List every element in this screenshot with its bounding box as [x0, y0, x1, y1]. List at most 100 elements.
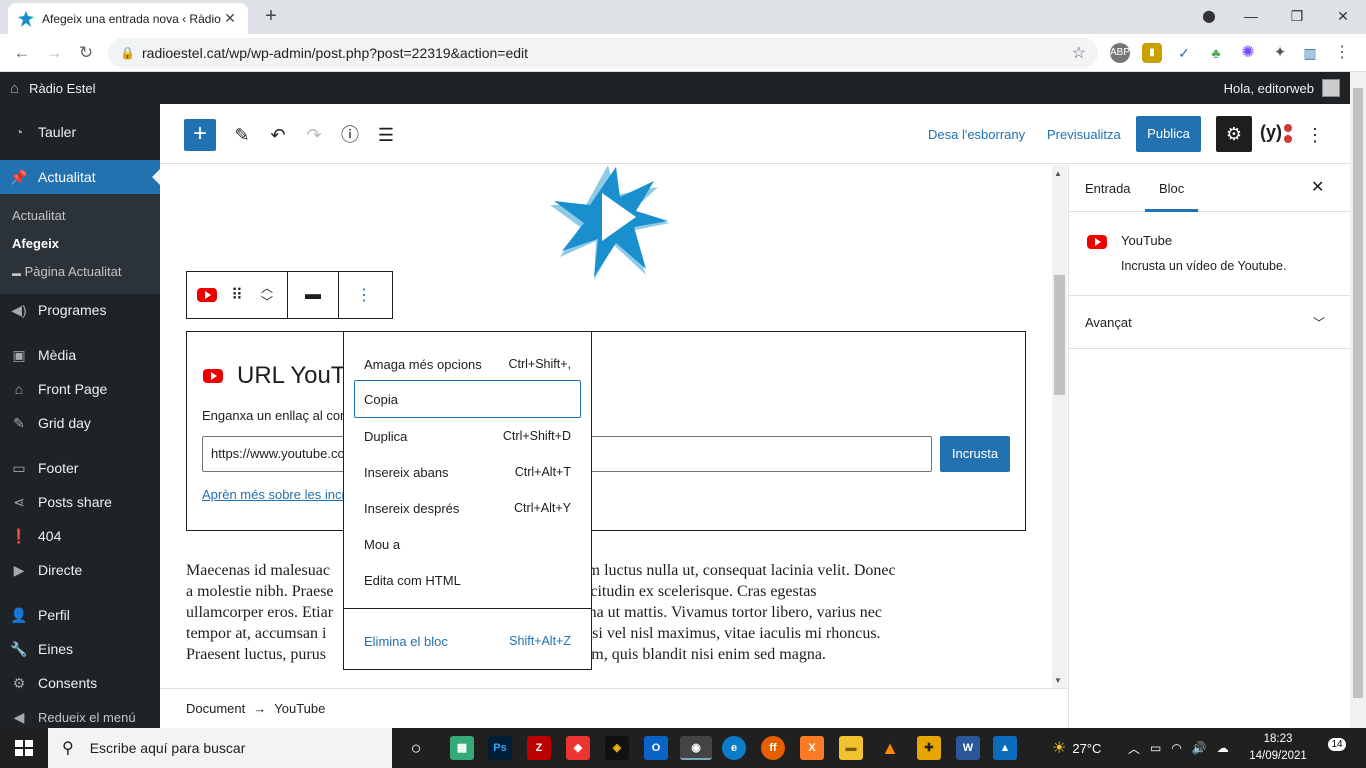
menu-item-duplicate[interactable]: Duplica Ctrl+Shift+D [344, 418, 591, 454]
settings-gear-icon[interactable]: ⚙ [1216, 116, 1252, 152]
sidebar-item-footer[interactable]: ▭ Footer [0, 451, 160, 485]
sidebar-item-404[interactable]: ❗ 404 [0, 519, 160, 553]
sidebar-item-directe[interactable]: ▶ Directe [0, 553, 160, 587]
reload-icon[interactable]: ↻ [74, 42, 98, 64]
extension-icon[interactable]: ✓ [1174, 43, 1194, 63]
scrollbar-thumb[interactable] [1054, 275, 1065, 395]
scroll-down-icon[interactable]: ▼ [1054, 676, 1062, 685]
menu-item-edit-html[interactable]: Edita com HTML [344, 562, 591, 598]
align-icon[interactable]: ▬ [301, 272, 325, 318]
filezilla-icon[interactable]: Z [527, 736, 551, 760]
outlook-icon[interactable]: O [644, 736, 668, 760]
wifi-icon[interactable]: ◠ [1171, 741, 1181, 755]
edge-icon[interactable]: e [722, 736, 746, 760]
new-tab-button[interactable]: + [258, 4, 284, 30]
extension-icon[interactable]: ✺ [1238, 43, 1258, 63]
url-bar[interactable]: 🔒 radioestel.cat/wp/wp-admin/post.php?po… [108, 38, 1098, 68]
move-up-down-icon[interactable]: ︿ ﹀ [255, 272, 279, 318]
sidebar-item-tauler[interactable]: ◔ Tauler [0, 115, 160, 149]
menu-item-copy[interactable]: Copia [354, 380, 581, 418]
add-block-button[interactable]: + [184, 119, 216, 151]
sidebar-item-grid-day[interactable]: ✎ Grid day [0, 406, 160, 440]
tab-bloc[interactable]: Bloc [1145, 165, 1199, 212]
menu-item-move-to[interactable]: Mou a [344, 526, 591, 562]
vlc-icon[interactable]: ▲ [878, 736, 902, 760]
taskbar-clock[interactable]: 18:23 14/09/2021 [1248, 731, 1308, 765]
embed-button[interactable]: Incrusta [940, 436, 1010, 472]
sidebar-item-media[interactable]: ▣ Mèdia [0, 338, 160, 372]
taskbar-search-input[interactable]: ⚲ Escribe aquí para buscar [48, 728, 392, 768]
word-icon[interactable]: W [956, 736, 980, 760]
volume-icon[interactable]: 🔊 [1192, 741, 1207, 755]
learn-more-link[interactable]: Aprèn més sobre les incr [202, 487, 346, 502]
firefox-icon[interactable]: ff [761, 736, 785, 760]
sidebar-item-eines[interactable]: 🔧 Eines [0, 632, 160, 666]
breadcrumb-document[interactable]: Document [186, 701, 245, 716]
menu-item-hide-options[interactable]: Amaga més opcions Ctrl+Shift+, [344, 346, 591, 382]
youtube-icon[interactable] [195, 272, 219, 318]
forward-icon[interactable]: → [42, 42, 66, 64]
submenu-item-actualitat[interactable]: Actualitat [12, 208, 65, 223]
task-view-icon[interactable]: ○ [404, 736, 428, 760]
photos-icon[interactable]: ▲ [993, 736, 1017, 760]
app-icon[interactable]: ▦ [450, 736, 474, 760]
extension-icon[interactable]: ▮ [1142, 43, 1162, 63]
info-icon[interactable]: ⓘ [334, 119, 366, 151]
xampp-icon[interactable]: X [800, 736, 824, 760]
editor-scrollbar[interactable]: ▲ ▼ [1052, 165, 1067, 688]
youtube-embed-block[interactable]: URL YouTu Enganxa un enllaç al con https… [186, 331, 1026, 531]
extension-icon[interactable]: ♣ [1206, 43, 1226, 63]
admin-bar-site[interactable]: ⌂ Ràdio Estel [10, 72, 96, 104]
notifications-icon[interactable]: 14 [1326, 738, 1348, 758]
extensions-puzzle-icon[interactable]: ✦ [1270, 43, 1290, 63]
close-icon[interactable]: ✕ [1311, 177, 1324, 197]
redo-icon[interactable]: ↷ [298, 119, 330, 151]
sidebar-item-programes[interactable]: ◀) Programes [0, 293, 160, 327]
sidebar-item-posts-share[interactable]: ⋖ Posts share [0, 485, 160, 519]
yoast-seo-icon[interactable]: (y) [1260, 122, 1294, 146]
submenu-item-afegeix[interactable]: Afegeix [12, 236, 59, 251]
binance-icon[interactable]: ◈ [605, 736, 629, 760]
anydesk-icon[interactable]: ◆ [566, 736, 590, 760]
battery-icon[interactable]: ▭ [1150, 741, 1161, 755]
adblock-extension-icon[interactable]: ABP [1110, 43, 1130, 63]
browser-tab[interactable]: Afegeix una entrada nova ‹ Ràdio ✕ [8, 3, 248, 34]
back-icon[interactable]: ← [10, 42, 34, 64]
scrollbar-thumb[interactable] [1353, 88, 1363, 698]
sidebar-item-consents[interactable]: ⚙ Consents [0, 666, 160, 700]
drag-handle-icon[interactable]: ⠿ [225, 272, 249, 318]
extension-chart-icon[interactable]: ▥ [1300, 43, 1320, 63]
menu-item-insert-after[interactable]: Insereix després Ctrl+Alt+Y [344, 490, 591, 526]
chrome-icon[interactable]: ◉ [680, 736, 712, 760]
minimize-button[interactable]: — [1228, 0, 1274, 32]
publish-button[interactable]: Publica [1136, 116, 1201, 152]
browser-menu-icon[interactable]: ⋮ [1332, 43, 1352, 63]
close-window-button[interactable]: ✕ [1320, 0, 1366, 32]
scroll-up-icon[interactable]: ▲ [1054, 169, 1062, 178]
menu-item-insert-before[interactable]: Insereix abans Ctrl+Alt+T [344, 454, 591, 490]
chevron-up-icon[interactable]: ︿ [1128, 740, 1140, 757]
submenu-item-pagina-actualitat[interactable]: ▬ Pàgina Actualitat [12, 264, 121, 279]
app-icon[interactable]: ✚ [917, 736, 941, 760]
photoshop-icon[interactable]: Ps [488, 736, 512, 760]
sidebar-item-front-page[interactable]: ⌂ Front Page [0, 372, 160, 406]
tab-entrada[interactable]: Entrada [1085, 165, 1131, 212]
profile-dropdown-icon[interactable]: ⬤ [1186, 0, 1232, 32]
weather-widget[interactable]: ☀ 27°C [1052, 728, 1101, 768]
file-explorer-icon[interactable]: ▬ [839, 736, 863, 760]
undo-icon[interactable]: ↶ [262, 119, 294, 151]
cloud-icon[interactable]: ☁ [1217, 741, 1229, 755]
pencil-icon[interactable]: ✎ [226, 119, 258, 151]
list-view-icon[interactable]: ☰ [370, 119, 402, 151]
block-options-icon[interactable]: ⋮ [352, 272, 376, 318]
more-options-icon[interactable]: ⋮ [1306, 119, 1324, 151]
preview-button[interactable]: Previsualitza [1047, 127, 1121, 142]
sidebar-item-perfil[interactable]: 👤 Perfil [0, 598, 160, 632]
breadcrumb-youtube[interactable]: YouTube [274, 701, 325, 716]
sidebar-item-actualitat[interactable]: 📌 Actualitat [0, 160, 160, 194]
bookmark-star-icon[interactable]: ☆ [1072, 43, 1086, 63]
maximize-button[interactable]: ❐ [1274, 0, 1320, 32]
page-scrollbar[interactable] [1350, 72, 1366, 728]
admin-bar-account[interactable]: Hola, editorweb [1224, 72, 1340, 104]
paragraph-block[interactable]: Maecenas id malesuac alla, elementum luc… [186, 560, 1026, 665]
